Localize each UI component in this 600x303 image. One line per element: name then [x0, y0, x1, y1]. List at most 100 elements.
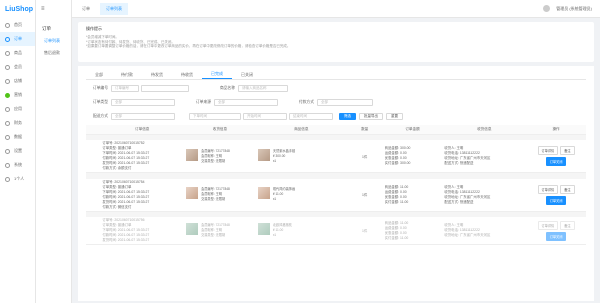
op-button-0[interactable]: 订单详情 — [537, 184, 559, 194]
sidebar-item-label: 1个人 — [14, 176, 25, 181]
order-type-select[interactable]: 全部 — [111, 98, 175, 106]
tips-title: 操作提示 — [86, 26, 102, 31]
operations-cell: 订单详情 备注订单关闭 — [526, 140, 586, 173]
start-time-input[interactable]: 开始时间 — [243, 112, 287, 120]
sidebar-item-label: 财务 — [14, 120, 22, 125]
amount-cell: 商品金额: 300.00 运费金额: 0.00 优惠金额: 0.00 实付金额: 30… — [382, 140, 443, 173]
status-tab-2[interactable]: 待发货 — [142, 70, 172, 79]
row-checkbox[interactable] — [86, 178, 101, 212]
op-button-1[interactable]: 备注 — [560, 220, 575, 230]
subnav-item-1[interactable]: 售后退款 — [36, 44, 71, 56]
user-name[interactable]: 管理员 (系统管理员) — [556, 6, 592, 12]
reset-button[interactable]: 重置 — [386, 112, 403, 120]
sidebar-item-2[interactable]: 商品 — [0, 46, 35, 60]
pay-method-select[interactable]: 全部 — [317, 98, 373, 106]
order-source-label: 订单来源 — [195, 99, 211, 104]
marketing-icon — [5, 92, 10, 98]
sidebar-item-8[interactable]: 数据 — [0, 130, 35, 144]
status-tabs: 全部 待付款 待发货 待收货 已完成 已关闭 — [86, 70, 586, 80]
amount-cell: 商品金额: 11.00 运费金额: 0.00 优惠金额: 0.00 实付金额: 11.… — [382, 217, 443, 245]
sidebar-item-label: 商品 — [14, 50, 22, 55]
sidebar-item-1[interactable]: 订单 — [0, 32, 35, 46]
status-tab-1[interactable]: 待付款 — [112, 70, 142, 79]
order-no-select[interactable]: 订单编号 — [111, 84, 139, 92]
operation-tips: 操作提示 *会员增减下单时间。 *订单状态有待付款、待发货、待收货、已完成、已关闭… — [78, 22, 594, 62]
status-tab-4[interactable]: 已完成 — [202, 70, 232, 79]
sub-navigation: ≡ 订单 订单列表 售后退款 — [36, 0, 72, 303]
quantity-cell: 1件 — [346, 178, 383, 212]
sidebar-item-label: 首页 — [14, 22, 22, 27]
main-content: 操作提示 *会员增减下单时间。 *订单状态有待付款、待发货、待收货、已完成、已关闭… — [72, 18, 600, 303]
sidebar-item-4[interactable]: 店铺 — [0, 74, 35, 88]
operations-cell: 订单详情 备注订单关闭 — [526, 217, 586, 245]
sidebar-item-10[interactable]: 系统 — [0, 158, 35, 172]
order-no-input[interactable] — [141, 84, 189, 92]
export-button[interactable]: 批量导出 — [359, 112, 383, 120]
home-icon — [5, 22, 10, 28]
address-cell: 收货人: 王明 收货电话: 13811112222 收货地址: 广东省广州市天河区配… — [442, 140, 527, 173]
buyer-info-cell: 会员编号: 72177848 会员昵称: 王明 交易类型: 无限制 — [184, 140, 256, 173]
sidebar-item-label: 数据 — [14, 134, 22, 139]
status-tab-0[interactable]: 全部 — [86, 70, 112, 79]
op-button-2[interactable]: 订单关闭 — [545, 231, 567, 241]
goods-name[interactable]: 天然紫水晶手链 — [273, 149, 295, 154]
search-button[interactable]: 筛选 — [339, 112, 356, 120]
op-button-1[interactable]: 备注 — [560, 184, 575, 194]
delivery-method-label: 配送方式 — [92, 113, 108, 118]
end-time-input[interactable]: 结束时间 — [289, 112, 333, 120]
buyer-info-cell: 会员编号: 72177848 会员昵称: 王明 交易类型: 无限制 — [184, 178, 256, 212]
buyer-lines: 会员编号: 72177848 会员昵称: 王明 交易类型: 无限制 — [201, 149, 230, 164]
order-source-select[interactable]: 全部 — [214, 98, 278, 106]
sidebar-item-7[interactable]: 财务 — [0, 116, 35, 130]
sidebar-item-0[interactable]: 首页 — [0, 18, 35, 32]
op-button-2[interactable]: 订单关闭 — [545, 157, 567, 166]
pay-method-label: 付款方式 — [298, 99, 314, 104]
sidebar: LiuShop 首页 订单 商品 会员 店铺 营销 应用 财务 数据 设置 系统 1个人 — [0, 0, 36, 303]
goods-name-input[interactable]: 请输入商品名称 — [238, 84, 288, 92]
op-button-0[interactable]: 订单详情 — [537, 220, 559, 230]
status-tab-5[interactable]: 已关闭 — [232, 70, 262, 79]
table-header: 收货信息 — [442, 125, 527, 135]
avatar[interactable] — [543, 5, 551, 12]
goods-info: 北欧风格抱枕 ¥ 11.00 x1 — [257, 223, 345, 238]
row-checkbox[interactable] — [86, 140, 101, 173]
buyer-avatar-image — [186, 223, 199, 235]
sidebar-item-label: 设置 — [14, 148, 22, 153]
buyer-lines: 会员编号: 72177848 会员昵称: 王明 交易类型: 无限制 — [201, 187, 230, 202]
address-line: 配送方式: 快递配送 — [444, 161, 474, 165]
sidebar-item-5[interactable]: 营销 — [0, 88, 35, 102]
member-icon — [5, 64, 10, 70]
sidebar-item-3[interactable]: 会员 — [0, 60, 35, 74]
shop-icon — [5, 78, 10, 84]
row-checkbox[interactable] — [86, 217, 101, 245]
collapse-menu-icon[interactable]: ≡ — [36, 0, 71, 18]
subnav-item-0[interactable]: 订单列表 — [36, 32, 71, 44]
top-tab-1[interactable]: 订单列表 — [100, 2, 128, 15]
order-no-label: 订单编号 — [92, 85, 108, 90]
buyer-line: 交易类型: 无限制 — [201, 158, 226, 163]
time-type-select[interactable]: 下单时间 — [189, 112, 241, 120]
delivery-method-select[interactable]: 全部 — [111, 112, 175, 120]
goods-info: 天然紫水晶手链 ¥ 300.00 x1 — [257, 148, 345, 164]
finance-icon — [5, 120, 10, 126]
table-row: 订单号: 2021060710015756 订单类型: 普通订单 下单时间: 202… — [86, 217, 586, 245]
op-button-2[interactable]: 订单关闭 — [545, 195, 567, 205]
sidebar-item-6[interactable]: 应用 — [0, 102, 35, 116]
sidebar-item-9[interactable]: 设置 — [0, 144, 35, 158]
goods-thumbnail[interactable] — [257, 187, 270, 199]
table-header: 收货信息 — [184, 125, 256, 135]
goods-thumbnail[interactable] — [257, 223, 270, 235]
goods-thumbnail[interactable] — [257, 148, 270, 161]
op-button-1[interactable]: 备注 — [560, 146, 575, 155]
op-button-0[interactable]: 订单详情 — [537, 146, 559, 155]
table-header: 订单信息 — [100, 125, 185, 135]
amount-cell: 商品金额: 11.00 运费金额: 0.00 优惠金额: 0.00 实付金额: 11.… — [382, 178, 443, 212]
app-icon — [5, 106, 10, 112]
buyer-info: 会员编号: 72177848 会员昵称: 王明 交易类型: 无限制 — [186, 223, 254, 238]
top-tab-0[interactable]: 订单 — [76, 3, 96, 15]
sidebar-item-11[interactable]: 1个人 — [0, 172, 35, 186]
goods-qty: x1 — [272, 233, 277, 237]
table-row: 订单号: 2021060710015752 订单类型: 普通订单 下单时间: 202… — [86, 140, 586, 173]
buyer-info: 会员编号: 72177848 会员昵称: 王明 交易类型: 无限制 — [186, 187, 254, 202]
status-tab-3[interactable]: 待收货 — [172, 70, 202, 79]
